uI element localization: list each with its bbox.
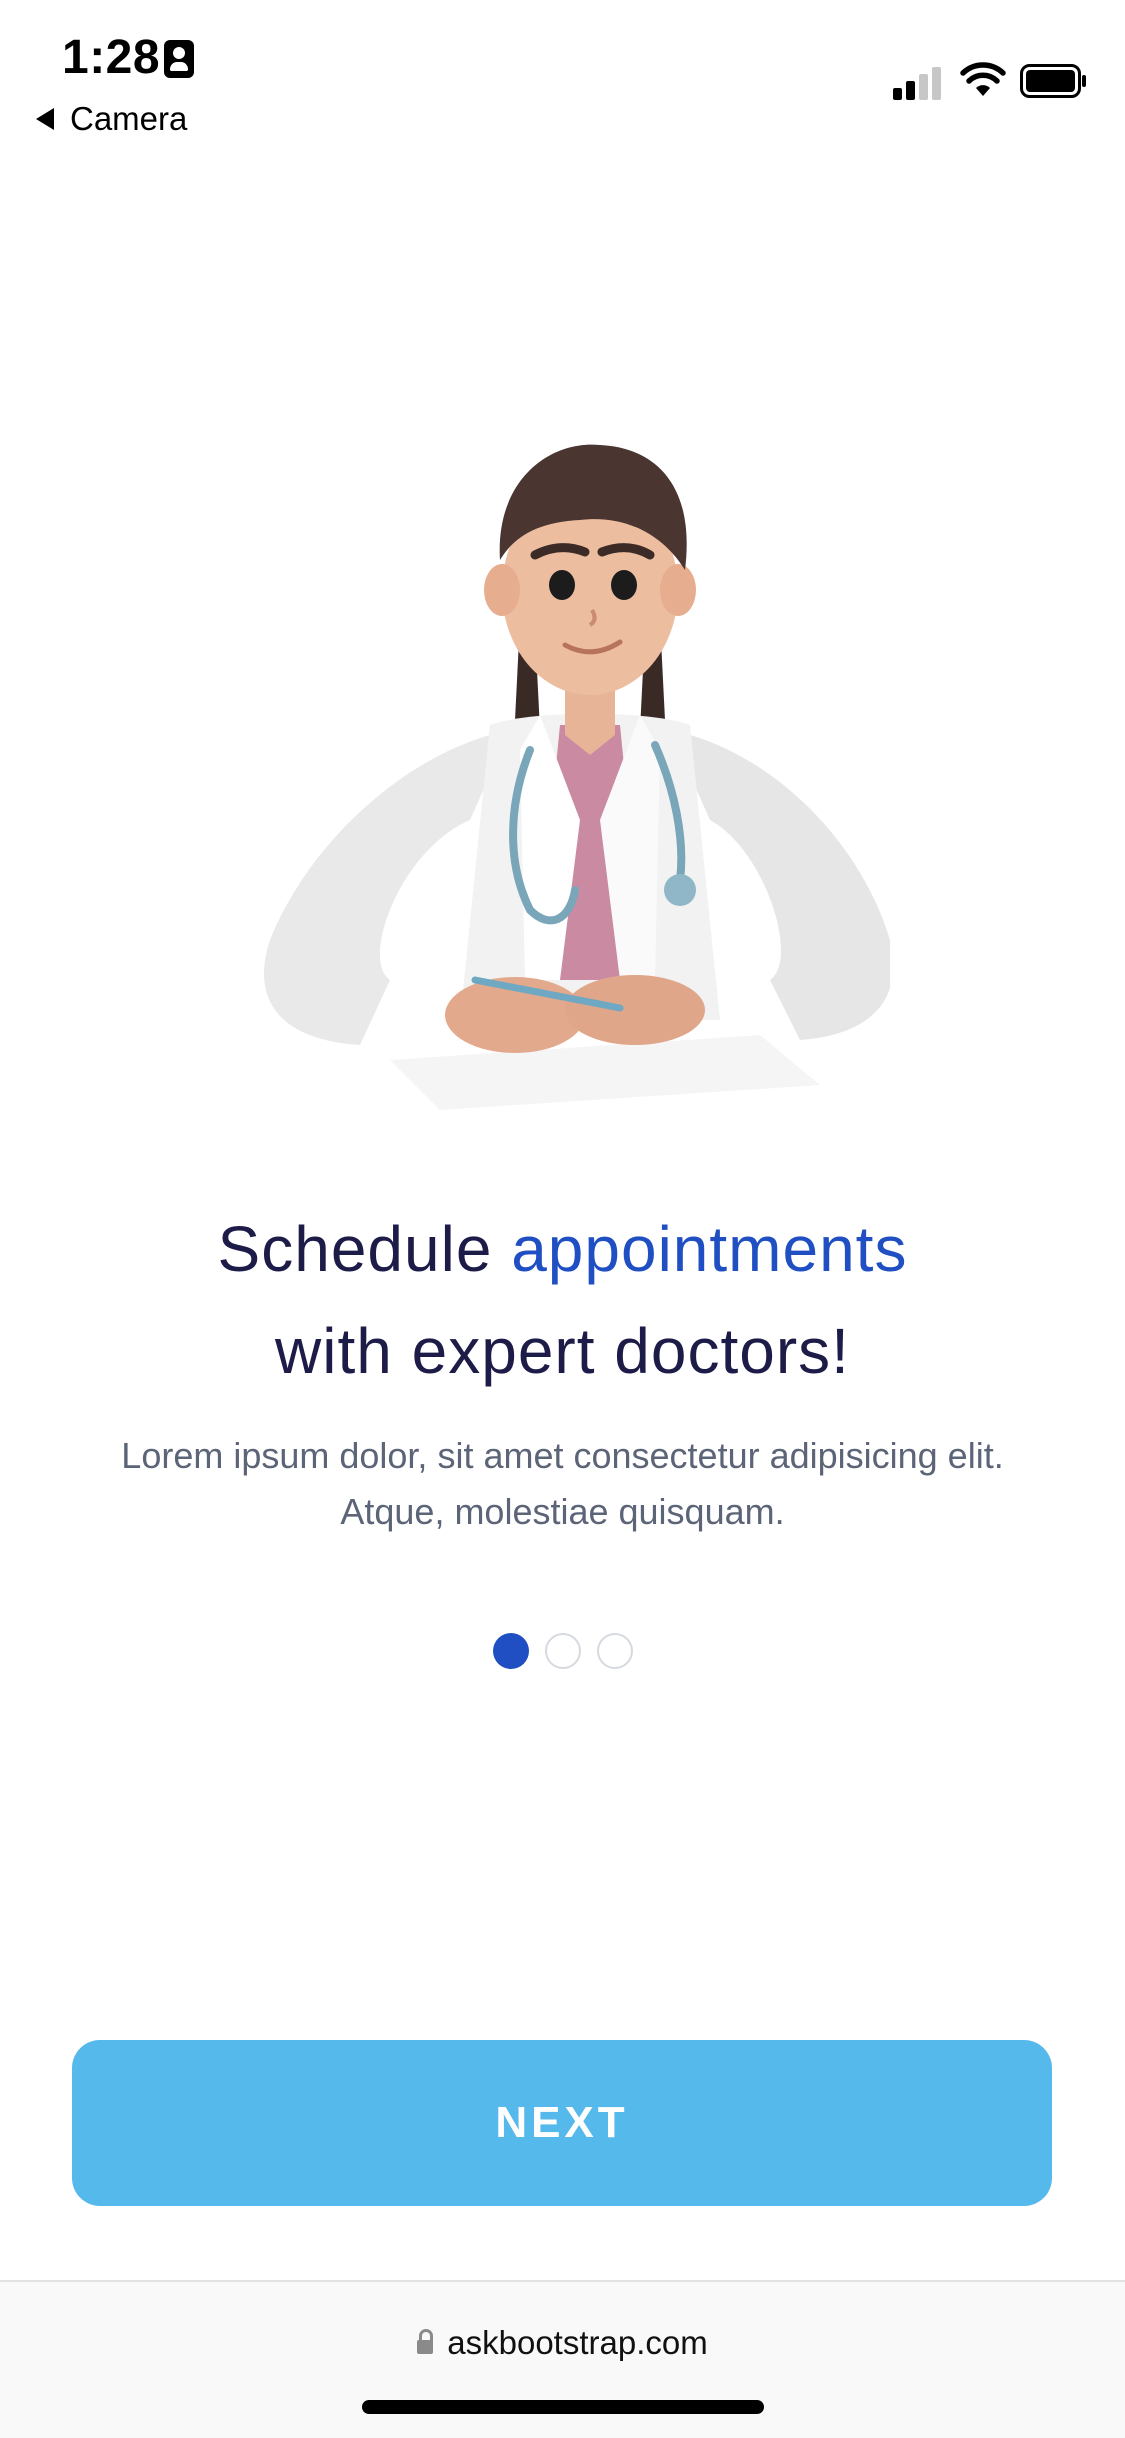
description-text: Lorem ipsum dolor, sit amet consectetur … [121,1435,1004,1532]
back-link-label: Camera [70,100,188,137]
pagination-dot-1[interactable] [492,1633,529,1669]
next-button[interactable]: NEXT [72,2040,1052,2206]
pagination-dots [0,1633,1125,1669]
battery-icon [1020,64,1086,98]
doctor-illustration [264,444,890,1110]
cellular-signal-icon [893,64,945,100]
status-bar: 1:28 Camera [0,0,1125,160]
headline-prefix: Schedule [217,1213,493,1285]
lock-icon [417,2329,434,2354]
headline-line-1: Schedule appointments [0,1212,1125,1286]
address-display[interactable]: askbootstrap.com [0,2324,1125,2362]
contact-card-icon [164,40,194,78]
url-text: askbootstrap.com [447,2324,708,2361]
back-to-camera-link[interactable]: Camera [36,100,187,138]
browser-address-bar[interactable]: askbootstrap.com [0,2280,1125,2438]
pagination-dot-3[interactable] [596,1633,633,1669]
headline-line-2: with expert doctors! [275,1315,850,1387]
headline-accent: appointments [511,1213,908,1285]
wifi-icon [960,62,1006,96]
back-arrow-icon [36,108,54,130]
home-indicator [362,2400,764,2414]
pagination-dot-2[interactable] [544,1633,581,1669]
status-time: 1:28 [62,31,161,84]
